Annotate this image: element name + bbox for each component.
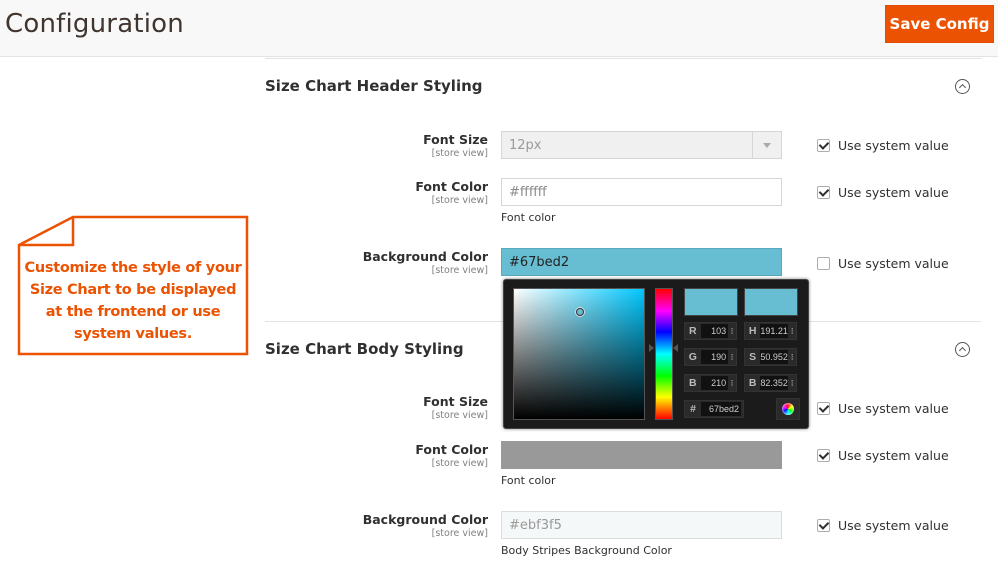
- color-wheel-icon: [782, 403, 794, 415]
- field-label-font-size: Font Size [store view]: [423, 394, 488, 421]
- field-label-font-color: Font Color [store view]: [415, 179, 488, 206]
- spinner-icon: ⁝: [790, 325, 794, 336]
- header-background-color-use-system[interactable]: Use system value: [817, 256, 949, 271]
- spinner-icon: ⁝: [790, 351, 794, 362]
- body-background-color-use-system[interactable]: Use system value: [817, 518, 949, 533]
- checkbox[interactable]: [817, 186, 830, 199]
- page-header: Configuration Save Config: [0, 0, 998, 57]
- field-note: Body Stripes Background Color: [501, 544, 672, 557]
- header-font-color-input[interactable]: #ffffff: [501, 178, 782, 206]
- spinner-icon: ⁝: [790, 377, 794, 388]
- hue-arrow-right-icon: [673, 344, 678, 352]
- checkbox[interactable]: [817, 519, 830, 532]
- header-font-color-use-system[interactable]: Use system value: [817, 185, 949, 200]
- chevron-up-circle-icon[interactable]: [955, 79, 970, 94]
- callout-text: Customize the style of your Size Chart t…: [24, 260, 242, 342]
- hue-slider[interactable]: [655, 288, 673, 420]
- field-note: Font color: [501, 474, 556, 487]
- red-field[interactable]: R 103 ⁝: [684, 322, 737, 340]
- hex-field[interactable]: #67bed2: [684, 400, 744, 418]
- saturation-brightness-area[interactable]: [513, 288, 645, 420]
- green-field[interactable]: G 190 ⁝: [684, 348, 737, 366]
- spinner-icon: ⁝: [730, 377, 734, 388]
- body-font-color-input[interactable]: [501, 441, 782, 469]
- saturation-field[interactable]: S 50.952 ⁝: [744, 348, 797, 366]
- field-label-font-color: Font Color [store view]: [415, 442, 488, 469]
- field-label-background-color: Background Color [store view]: [362, 249, 488, 276]
- blue-field[interactable]: B 210 ⁝: [684, 374, 737, 392]
- chevron-up-circle-icon[interactable]: [955, 342, 970, 357]
- annotation-callout: Customize the style of your Size Chart t…: [17, 215, 249, 356]
- page-title: Configuration: [5, 9, 184, 39]
- section-divider: [265, 58, 981, 59]
- color-selector-handle[interactable]: [576, 307, 585, 316]
- checkbox[interactable]: [817, 449, 830, 462]
- select-value: 12px: [509, 137, 542, 153]
- checkbox[interactable]: [817, 139, 830, 152]
- hue-arrow-left-icon: [649, 344, 654, 352]
- field-label-font-size: Font Size [store view]: [423, 132, 488, 159]
- save-config-button[interactable]: Save Config: [885, 5, 994, 43]
- section-title-header-styling[interactable]: Size Chart Header Styling: [265, 77, 483, 95]
- header-background-color-input[interactable]: #67bed2: [501, 248, 782, 276]
- field-note: Font color: [501, 211, 556, 224]
- brightness-field[interactable]: B 82.352 ⁝: [744, 374, 797, 392]
- body-font-size-use-system[interactable]: Use system value: [817, 401, 949, 416]
- header-font-size-use-system[interactable]: Use system value: [817, 138, 949, 153]
- color-wheel-button[interactable]: [776, 398, 800, 420]
- section-title-body-styling[interactable]: Size Chart Body Styling: [265, 340, 464, 358]
- header-font-size-select[interactable]: 12px: [501, 131, 782, 159]
- chevron-down-icon: [752, 132, 781, 158]
- checkbox[interactable]: [817, 402, 830, 415]
- body-font-color-use-system[interactable]: Use system value: [817, 448, 949, 463]
- checkbox[interactable]: [817, 257, 830, 270]
- field-label-background-color: Background Color [store view]: [362, 512, 488, 539]
- hue-field[interactable]: H 191.21 ⁝: [744, 322, 797, 340]
- spinner-icon: ⁝: [730, 351, 734, 362]
- color-picker-popup: R 103 ⁝ G 190 ⁝ B 210 ⁝ H 191.21 ⁝ S 50.952 ⁝ B 82.…: [503, 279, 809, 429]
- spinner-icon: ⁝: [730, 325, 734, 336]
- new-color-swatch: [684, 288, 738, 316]
- body-background-color-input[interactable]: #ebf3f5: [501, 511, 782, 539]
- current-color-swatch[interactable]: [744, 288, 798, 316]
